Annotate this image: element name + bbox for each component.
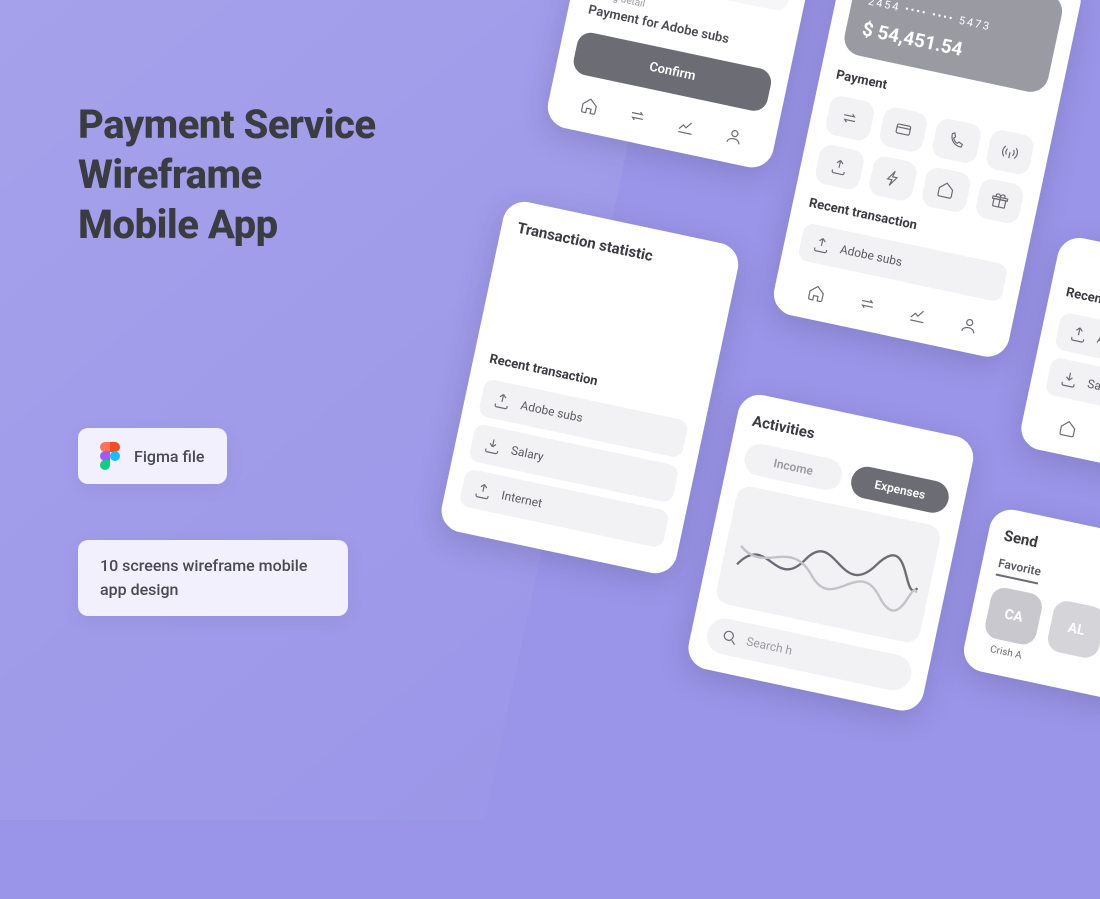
list-item-label: Adobe subs: [519, 398, 584, 425]
chart-icon[interactable]: [908, 304, 929, 325]
card-icon: [892, 119, 913, 140]
transfer-icon[interactable]: [857, 293, 878, 314]
search-icon: [719, 627, 740, 648]
contact-item[interactable]: CA Crish A: [979, 585, 1044, 663]
list-item[interactable]: Salar: [1045, 357, 1100, 419]
transfer-action[interactable]: [824, 94, 876, 142]
home-icon[interactable]: [1057, 418, 1078, 439]
flash-icon: [882, 168, 903, 189]
title-line: Mobile App: [78, 201, 278, 248]
tab-favorite[interactable]: Favorite: [996, 556, 1043, 585]
screen-recent-partial: Recent t A Salar: [1017, 234, 1100, 476]
figma-logo-icon: [100, 442, 120, 470]
screen-send: Send Favorite All CA Crish A AL: [960, 506, 1100, 703]
share-action[interactable]: [814, 143, 866, 191]
screen-confirm-payment: Total amount $ 54 Billing detail Payment…: [544, 0, 819, 171]
screen-home-dashboard: 2454 •••• •••• 5473 $ 54,451.54 Payment …: [770, 0, 1085, 361]
figma-badge-label: Figma file: [134, 447, 205, 466]
download-icon: [482, 435, 503, 456]
bottom-nav: [1037, 413, 1100, 455]
screen-transaction-statistic: Transaction statistic Recent transaction…: [437, 198, 742, 578]
line-chart: [714, 484, 942, 645]
tab-expenses[interactable]: Expenses: [848, 464, 951, 516]
screens-count-badge: 10 screens wireframe mobile app design: [78, 540, 348, 616]
list-item-label: A: [1096, 332, 1100, 347]
list-item-label: Adobe subs: [839, 242, 904, 269]
list-item-label: Salar: [1086, 377, 1100, 396]
chart-icon[interactable]: [675, 116, 696, 137]
signal-icon: [999, 142, 1020, 163]
avatar: AL: [1045, 599, 1100, 661]
tab-label: Expenses: [873, 478, 926, 502]
title-line: Wireframe: [78, 151, 262, 198]
flash-action[interactable]: [867, 154, 919, 202]
tab-label: Income: [772, 456, 814, 478]
transfer-icon[interactable]: [627, 105, 648, 126]
house-action[interactable]: [920, 166, 972, 214]
home-icon[interactable]: [806, 282, 827, 303]
profile-icon[interactable]: [724, 126, 745, 147]
tab-income[interactable]: Income: [742, 441, 845, 493]
title-line: Payment Service: [78, 101, 376, 148]
avatar: CA: [983, 585, 1045, 647]
signal-action[interactable]: [984, 128, 1036, 176]
figma-file-badge: Figma file: [78, 428, 227, 484]
upload-icon: [829, 156, 850, 177]
download-icon: [1058, 369, 1079, 390]
upload-icon: [1068, 324, 1089, 345]
contact-item[interactable]: AL: [1042, 599, 1100, 677]
upload-icon: [491, 390, 512, 411]
transfer-icon: [839, 108, 860, 129]
search-placeholder: Search h: [745, 634, 793, 657]
card-action[interactable]: [877, 105, 929, 153]
gift-action[interactable]: [973, 177, 1025, 225]
confirm-button-label: Confirm: [648, 60, 697, 84]
contact-name: Crish A: [979, 642, 1032, 664]
upload-icon: [811, 234, 832, 255]
screen-activities: Activities Income Expenses Search h: [684, 391, 977, 715]
upload-icon: [472, 480, 493, 501]
contact-row: CA Crish A AL: [979, 585, 1100, 681]
list-item-label: Internet: [500, 488, 543, 510]
profile-icon[interactable]: [958, 315, 979, 336]
home-icon[interactable]: [579, 95, 600, 116]
hero-title: Payment Service Wireframe Mobile App: [78, 100, 478, 250]
hero-text-block: Payment Service Wireframe Mobile App: [78, 100, 478, 250]
gift-icon: [989, 190, 1010, 211]
phone-icon: [946, 130, 967, 151]
home-icon: [935, 179, 956, 200]
list-item-label: Salary: [510, 443, 545, 464]
phone-action[interactable]: [931, 117, 983, 165]
screens-badge-label: 10 screens wireframe mobile app design: [100, 554, 326, 602]
